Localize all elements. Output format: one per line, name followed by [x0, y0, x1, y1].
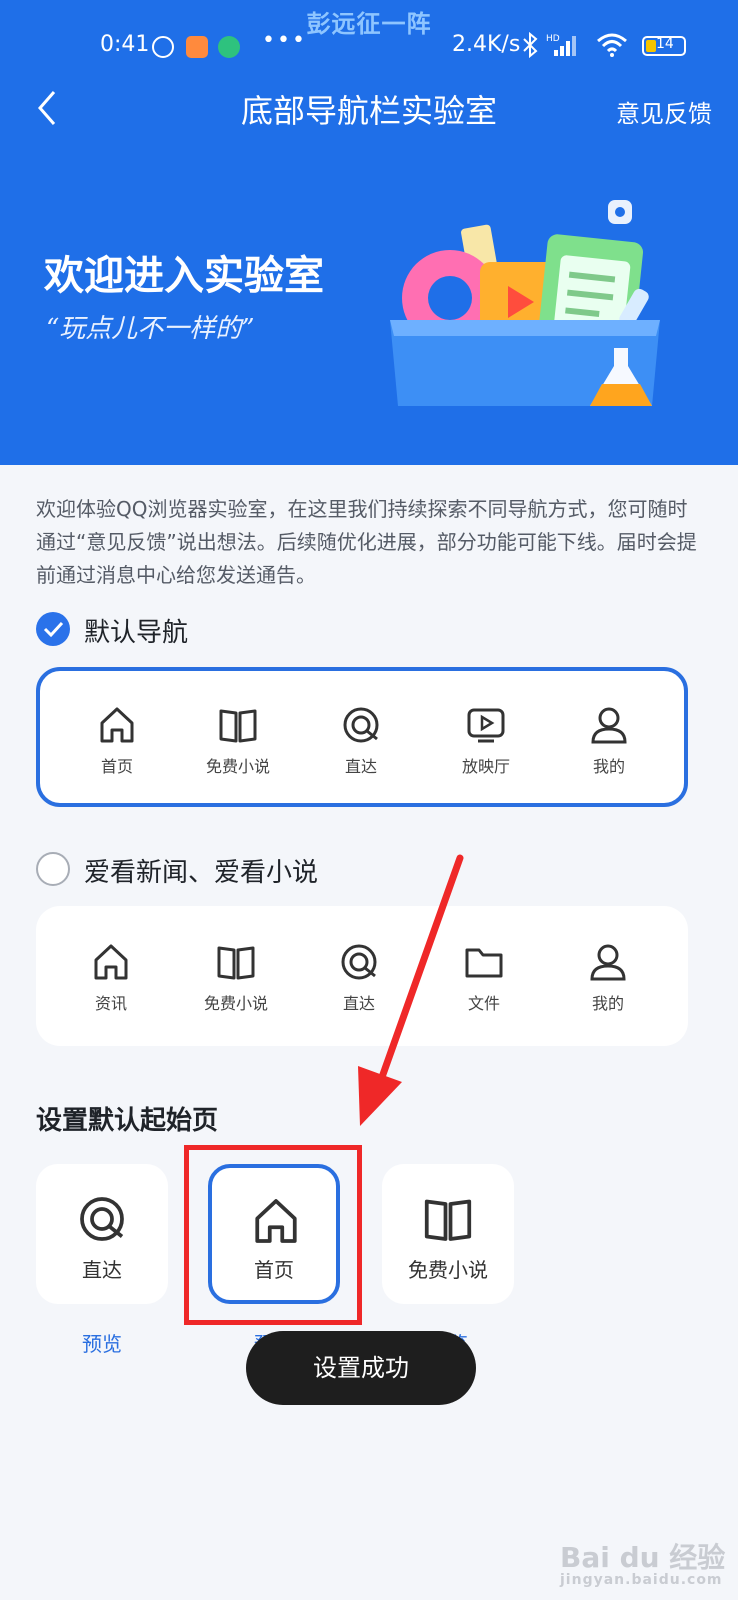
battery-level: 14: [656, 36, 674, 52]
baidu-jingyan-watermark: Bai du 经验 jingyan.baidu.com: [560, 1536, 725, 1588]
nav-item-news: 资讯: [61, 942, 161, 1014]
nav-item-home: 首页: [67, 705, 167, 777]
start-card-direct[interactable]: 直达: [36, 1164, 168, 1304]
option-label: 爱看新闻、爱看小说: [84, 858, 319, 888]
header-banner: 彭远征一阵 0:41 ••• 2.4K/s HD 14 底部导航栏实验室 意见反…: [0, 0, 738, 465]
network-speed: 2.4K/s: [452, 32, 521, 57]
battery-icon: 14: [642, 36, 686, 56]
home-icon: [100, 707, 134, 743]
preview-link-direct[interactable]: 预览: [82, 1328, 122, 1357]
toast-message: 设置成功: [246, 1331, 476, 1405]
default-nav-preview-card[interactable]: 首页 免费小说 直达 放映厅 我的: [36, 667, 688, 807]
shopping-bag-icon: [186, 36, 208, 58]
annotation-highlight-box: [184, 1145, 362, 1325]
nav-item-label: 放映厅: [461, 757, 510, 776]
watermark-brand: Bai du 经验: [560, 1541, 726, 1574]
nav-item-label: 免费小说: [205, 757, 270, 776]
lab-toolbox-illustration: [390, 200, 660, 406]
nav-item-label: 资讯: [94, 994, 127, 1013]
nav-item-me: 我的: [559, 705, 659, 777]
nav-item-theater: 放映厅: [436, 705, 536, 777]
start-card-label: 免费小说: [408, 1258, 488, 1282]
nav-item-label: 我的: [592, 757, 625, 776]
nav-item-novel: 免费小说: [188, 705, 288, 777]
top-nav-bar: 底部导航栏实验室 意见反馈: [0, 80, 738, 140]
book-icon: [217, 946, 255, 980]
option-label: 默认导航: [84, 618, 189, 648]
home-icon: [94, 944, 128, 980]
app-l-icon: [218, 36, 240, 58]
direct-icon: [343, 707, 379, 743]
hero-subtitle: “玩点儿不一样的”: [46, 314, 255, 344]
feedback-button[interactable]: 意见反馈: [616, 94, 712, 129]
user-icon: [590, 944, 626, 981]
nav-item-label: 首页: [100, 757, 133, 776]
unchecked-radio-icon[interactable]: [36, 852, 70, 886]
status-bar: 0:41 ••• 2.4K/s HD 14: [0, 28, 738, 68]
nav-item-novel: 免费小说: [186, 942, 286, 1014]
annotation-arrow-icon: [358, 854, 464, 1126]
checked-radio-icon[interactable]: [36, 612, 70, 646]
nav-item-label: 我的: [591, 994, 624, 1013]
start-card-label: 直达: [82, 1258, 122, 1282]
hero-title: 欢迎进入实验室: [44, 253, 324, 299]
wifi-icon: [597, 33, 627, 57]
nav-item-label: 免费小说: [203, 994, 268, 1013]
book-icon: [424, 1199, 472, 1241]
user-icon: [591, 707, 627, 744]
nav-item-me: 我的: [558, 942, 658, 1014]
book-icon: [219, 709, 257, 743]
intro-text: 欢迎体验QQ浏览器实验室，在这里我们持续探索不同导航方式，您可随时通过“意见反馈…: [36, 497, 697, 587]
folder-icon: [465, 948, 503, 978]
app-k-icon: [152, 36, 174, 58]
nav-item-direct: 直达: [311, 705, 411, 777]
status-time: 0:41: [100, 32, 150, 57]
svg-text:HD: HD: [546, 34, 560, 44]
nav-item-label: 直达: [344, 757, 377, 776]
start-card-novel[interactable]: 免费小说: [382, 1164, 514, 1304]
tv-play-icon: [467, 708, 505, 743]
direct-icon: [80, 1197, 124, 1241]
bluetooth-icon: [523, 32, 538, 58]
more-notifications-icon: •••: [262, 28, 307, 53]
signal-icon: HD: [546, 34, 576, 56]
watermark-url: jingyan.baidu.com: [560, 1572, 723, 1588]
start-page-section-title: 设置默认起始页: [36, 1106, 219, 1136]
